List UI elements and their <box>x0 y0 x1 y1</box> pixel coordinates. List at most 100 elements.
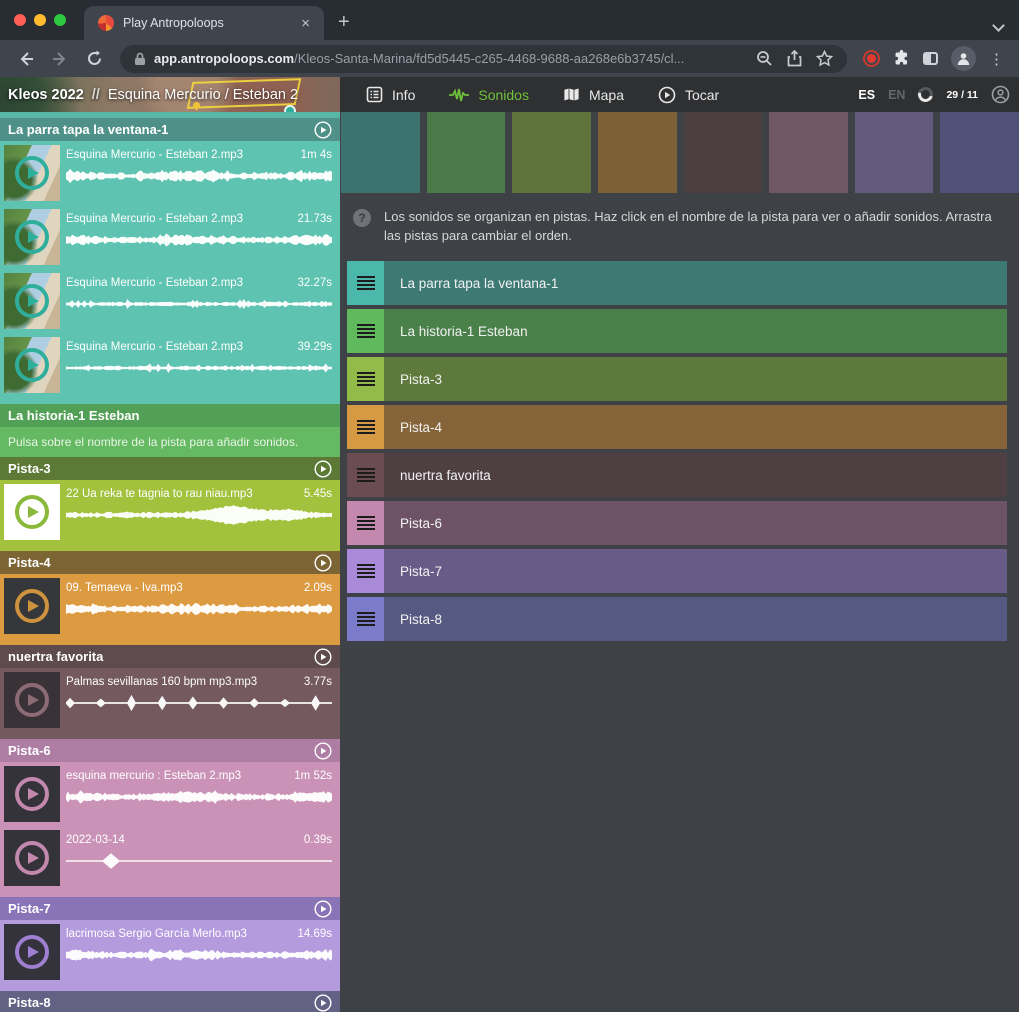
audio-clip[interactable]: 2022-03-140.39s <box>0 826 340 890</box>
track-play-icon[interactable] <box>314 994 332 1012</box>
clip-thumbnail[interactable] <box>4 337 60 393</box>
track-row[interactable]: Pista-3 <box>347 357 1007 401</box>
profile-avatar[interactable] <box>951 46 976 71</box>
clip-thumbnail[interactable] <box>4 578 60 634</box>
waveform[interactable] <box>66 851 332 871</box>
track-header[interactable]: La historia-1 Esteban <box>0 404 340 427</box>
lang-en-button[interactable]: EN <box>888 88 905 102</box>
audio-clip[interactable]: Palmas sevillanas 160 bpm mp3.mp33.77s <box>0 668 340 732</box>
track-row-button[interactable]: Pista-6 <box>384 501 1007 545</box>
track-row[interactable]: Pista-7 <box>347 549 1007 593</box>
clip-play-icon[interactable] <box>15 220 49 254</box>
minimize-window-button[interactable] <box>34 14 46 26</box>
track-row-button[interactable]: La historia-1 Esteban <box>384 309 1007 353</box>
record-extension-icon[interactable] <box>863 50 880 67</box>
waveform[interactable] <box>66 945 332 965</box>
audio-clip[interactable]: 09. Temaeva - Iva.mp32.09s <box>0 574 340 638</box>
side-panel-icon[interactable] <box>923 52 938 65</box>
clip-thumbnail[interactable] <box>4 830 60 886</box>
track-header[interactable]: La parra tapa la ventana-1 <box>0 118 340 141</box>
clip-play-icon[interactable] <box>15 348 49 382</box>
drag-handle[interactable] <box>347 453 384 497</box>
audio-clip[interactable]: esquina mercurio : Esteban 2.mp31m 52s <box>0 762 340 826</box>
track-row[interactable]: Pista-4 <box>347 405 1007 449</box>
waveform[interactable] <box>66 693 332 713</box>
tab-close-icon[interactable]: × <box>297 14 314 33</box>
track-row-button[interactable]: Pista-7 <box>384 549 1007 593</box>
drag-handle[interactable] <box>347 261 384 305</box>
tab-tocar[interactable]: Tocar <box>658 86 719 104</box>
track-row-button[interactable]: Pista-8 <box>384 597 1007 641</box>
track-row[interactable]: Pista-8 <box>347 597 1007 641</box>
back-button[interactable] <box>12 45 40 73</box>
track-row[interactable]: La historia-1 Esteban <box>347 309 1007 353</box>
browser-tab[interactable]: Play Antropoloops × <box>84 6 324 40</box>
close-window-button[interactable] <box>14 14 26 26</box>
clip-play-icon[interactable] <box>15 589 49 623</box>
clip-play-icon[interactable] <box>15 935 49 969</box>
maximize-window-button[interactable] <box>54 14 66 26</box>
clip-thumbnail[interactable] <box>4 145 60 201</box>
track-play-icon[interactable] <box>314 460 332 478</box>
track-play-icon[interactable] <box>314 121 332 139</box>
tab-info[interactable]: Info <box>366 86 415 103</box>
track-header[interactable]: Pista-3 <box>0 457 340 480</box>
clip-thumbnail[interactable] <box>4 672 60 728</box>
track-play-icon[interactable] <box>314 648 332 666</box>
track-row[interactable]: nuertra favorita <box>347 453 1007 497</box>
clip-play-icon[interactable] <box>15 156 49 190</box>
lock-icon[interactable] <box>134 52 146 66</box>
audio-clip[interactable]: Esquina Mercurio - Esteban 2.mp339.29s <box>0 333 340 397</box>
track-header[interactable]: Pista-4 <box>0 551 340 574</box>
clip-play-icon[interactable] <box>15 284 49 318</box>
track-header[interactable]: Pista-7 <box>0 897 340 920</box>
drag-handle[interactable] <box>347 549 384 593</box>
address-bar[interactable]: app.antropoloops.com/Kleos-Santa-Marina/… <box>120 45 847 73</box>
reload-button[interactable] <box>80 45 108 73</box>
audio-clip[interactable]: lacrimosa Sergio García Merlo.mp314.69s <box>0 920 340 984</box>
clip-thumbnail[interactable] <box>4 766 60 822</box>
drag-handle[interactable] <box>347 501 384 545</box>
clip-play-icon[interactable] <box>15 495 49 529</box>
track-header[interactable]: Pista-8 <box>0 991 340 1012</box>
waveform[interactable] <box>66 294 332 314</box>
forward-button[interactable] <box>46 45 74 73</box>
clip-thumbnail[interactable] <box>4 209 60 265</box>
waveform[interactable] <box>66 505 332 525</box>
track-header[interactable]: nuertra favorita <box>0 645 340 668</box>
track-header[interactable]: Pista-6 <box>0 739 340 762</box>
track-play-icon[interactable] <box>314 900 332 918</box>
lang-es-button[interactable]: ES <box>858 88 875 102</box>
waveform[interactable] <box>66 787 332 807</box>
audio-clip[interactable]: 22 Ua reka te tagnia to rau niau.mp35.45… <box>0 480 340 544</box>
track-row-button[interactable]: Pista-3 <box>384 357 1007 401</box>
tab-mapa[interactable]: Mapa <box>563 87 624 103</box>
drag-handle[interactable] <box>347 405 384 449</box>
zoom-out-icon[interactable] <box>756 50 773 67</box>
clip-thumbnail[interactable] <box>4 273 60 329</box>
clip-play-icon[interactable] <box>15 777 49 811</box>
tab-search-chevron-icon[interactable] <box>994 21 1003 30</box>
extensions-puzzle-icon[interactable] <box>893 50 910 67</box>
clip-thumbnail[interactable] <box>4 924 60 980</box>
tab-sonidos[interactable]: Sonidos <box>449 87 529 103</box>
account-icon[interactable] <box>991 85 1010 104</box>
audio-clip[interactable]: Esquina Mercurio - Esteban 2.mp321.73s <box>0 205 340 269</box>
drag-handle[interactable] <box>347 357 384 401</box>
track-play-icon[interactable] <box>314 554 332 572</box>
clip-play-icon[interactable] <box>15 683 49 717</box>
waveform[interactable] <box>66 166 332 186</box>
track-row[interactable]: Pista-6 <box>347 501 1007 545</box>
drag-handle[interactable] <box>347 309 384 353</box>
audio-clip[interactable]: Esquina Mercurio - Esteban 2.mp332.27s <box>0 269 340 333</box>
project-name[interactable]: Kleos 2022 <box>8 87 84 103</box>
url-text[interactable]: app.antropoloops.com/Kleos-Santa-Marina/… <box>154 51 748 66</box>
track-row-button[interactable]: La parra tapa la ventana-1 <box>384 261 1007 305</box>
audio-clip[interactable]: Esquina Mercurio - Esteban 2.mp31m 4s <box>0 141 340 205</box>
new-tab-button[interactable]: + <box>338 12 350 32</box>
waveform[interactable] <box>66 599 332 619</box>
bookmark-star-icon[interactable] <box>816 50 833 67</box>
drag-handle[interactable] <box>347 597 384 641</box>
share-icon[interactable] <box>787 50 802 67</box>
menu-kebab-icon[interactable]: ⋮ <box>989 50 1004 68</box>
